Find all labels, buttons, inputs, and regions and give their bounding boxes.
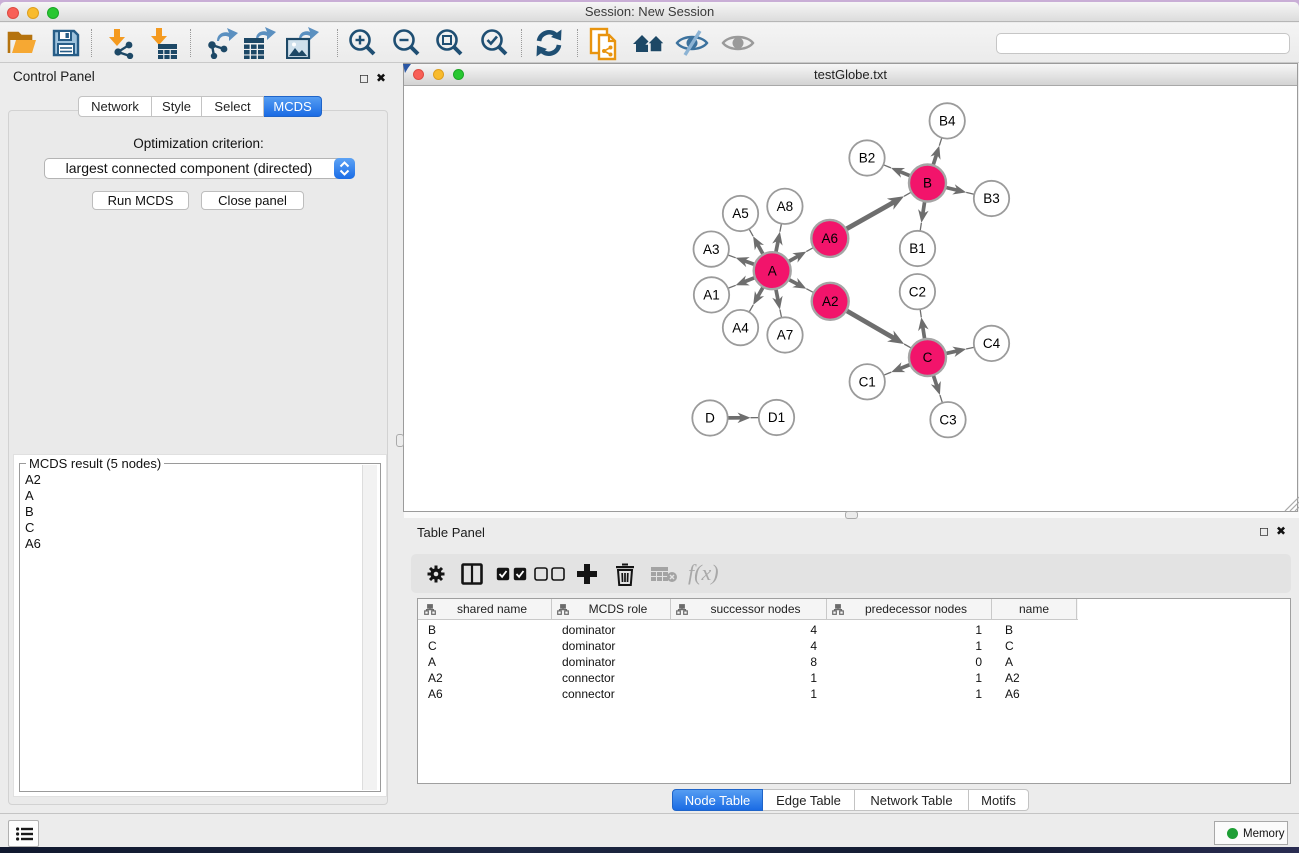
svg-text:B1: B1 bbox=[909, 241, 926, 256]
svg-text:B3: B3 bbox=[983, 191, 1000, 206]
svg-text:D1: D1 bbox=[768, 410, 785, 425]
svg-text:C3: C3 bbox=[939, 412, 956, 427]
svg-text:B4: B4 bbox=[939, 114, 956, 129]
svg-text:B2: B2 bbox=[859, 151, 876, 166]
svg-text:A6: A6 bbox=[822, 231, 839, 246]
svg-text:D: D bbox=[705, 411, 715, 426]
svg-text:A2: A2 bbox=[822, 294, 839, 309]
svg-text:A4: A4 bbox=[732, 320, 749, 335]
svg-text:A: A bbox=[768, 263, 777, 278]
svg-text:C1: C1 bbox=[859, 375, 876, 390]
svg-text:C2: C2 bbox=[909, 284, 926, 299]
svg-text:C4: C4 bbox=[983, 336, 1001, 351]
svg-text:C: C bbox=[923, 350, 933, 365]
svg-text:B: B bbox=[923, 176, 932, 191]
svg-text:A7: A7 bbox=[777, 328, 794, 343]
svg-text:A3: A3 bbox=[703, 242, 720, 257]
svg-text:A1: A1 bbox=[703, 288, 720, 303]
svg-text:A5: A5 bbox=[732, 206, 749, 221]
svg-text:A8: A8 bbox=[777, 199, 794, 214]
